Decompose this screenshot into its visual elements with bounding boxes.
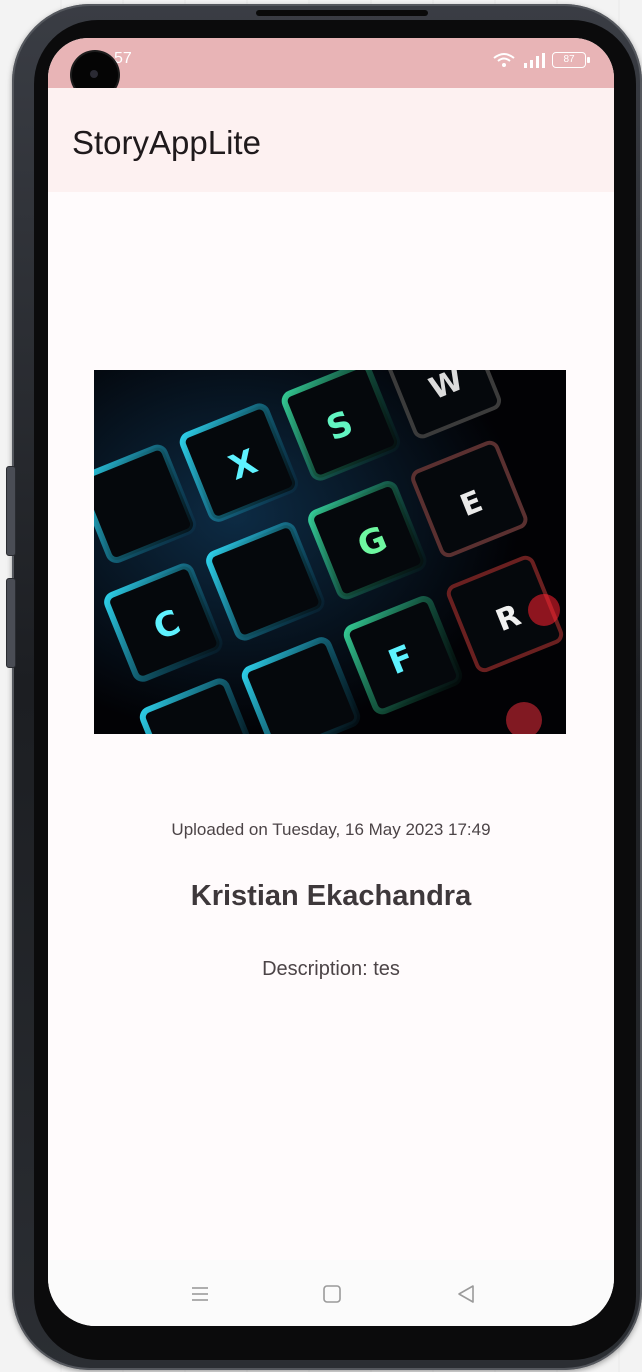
status-bar: 57 87 — [48, 38, 614, 88]
phone-screen: 57 87 StoryAppLite X S W C G E F R Uploa… — [48, 38, 614, 1326]
app-title: StoryAppLite — [72, 124, 261, 161]
story-description: Description: tes — [262, 958, 400, 980]
volume-up-button[interactable] — [6, 466, 16, 556]
upload-date: Uploaded on Tuesday, 16 May 2023 17:49 — [171, 820, 491, 839]
battery-icon: 87 — [552, 52, 590, 68]
status-icons: 87 — [492, 52, 590, 68]
back-icon — [458, 1285, 474, 1303]
story-detail: X S W C G E F R Uploaded on Tuesday, 16 … — [48, 192, 614, 1260]
status-time: 57 — [114, 50, 132, 67]
keyboard-photo: X S W C G E F R — [94, 370, 566, 734]
volume-down-button[interactable] — [6, 578, 16, 668]
recents-button[interactable] — [180, 1274, 220, 1314]
navigation-bar — [48, 1260, 614, 1326]
app-bar: StoryAppLite — [48, 88, 614, 192]
wifi-icon — [493, 53, 515, 67]
battery-level: 87 — [563, 54, 575, 65]
signal-icon — [524, 53, 545, 68]
author-name: Kristian Ekachandra — [190, 880, 472, 912]
home-button[interactable] — [312, 1274, 352, 1314]
speaker-grille — [256, 10, 428, 16]
back-button[interactable] — [446, 1274, 486, 1314]
menu-icon — [192, 1287, 208, 1301]
story-image[interactable]: X S W C G E F R — [94, 370, 566, 734]
home-icon — [323, 1285, 341, 1303]
